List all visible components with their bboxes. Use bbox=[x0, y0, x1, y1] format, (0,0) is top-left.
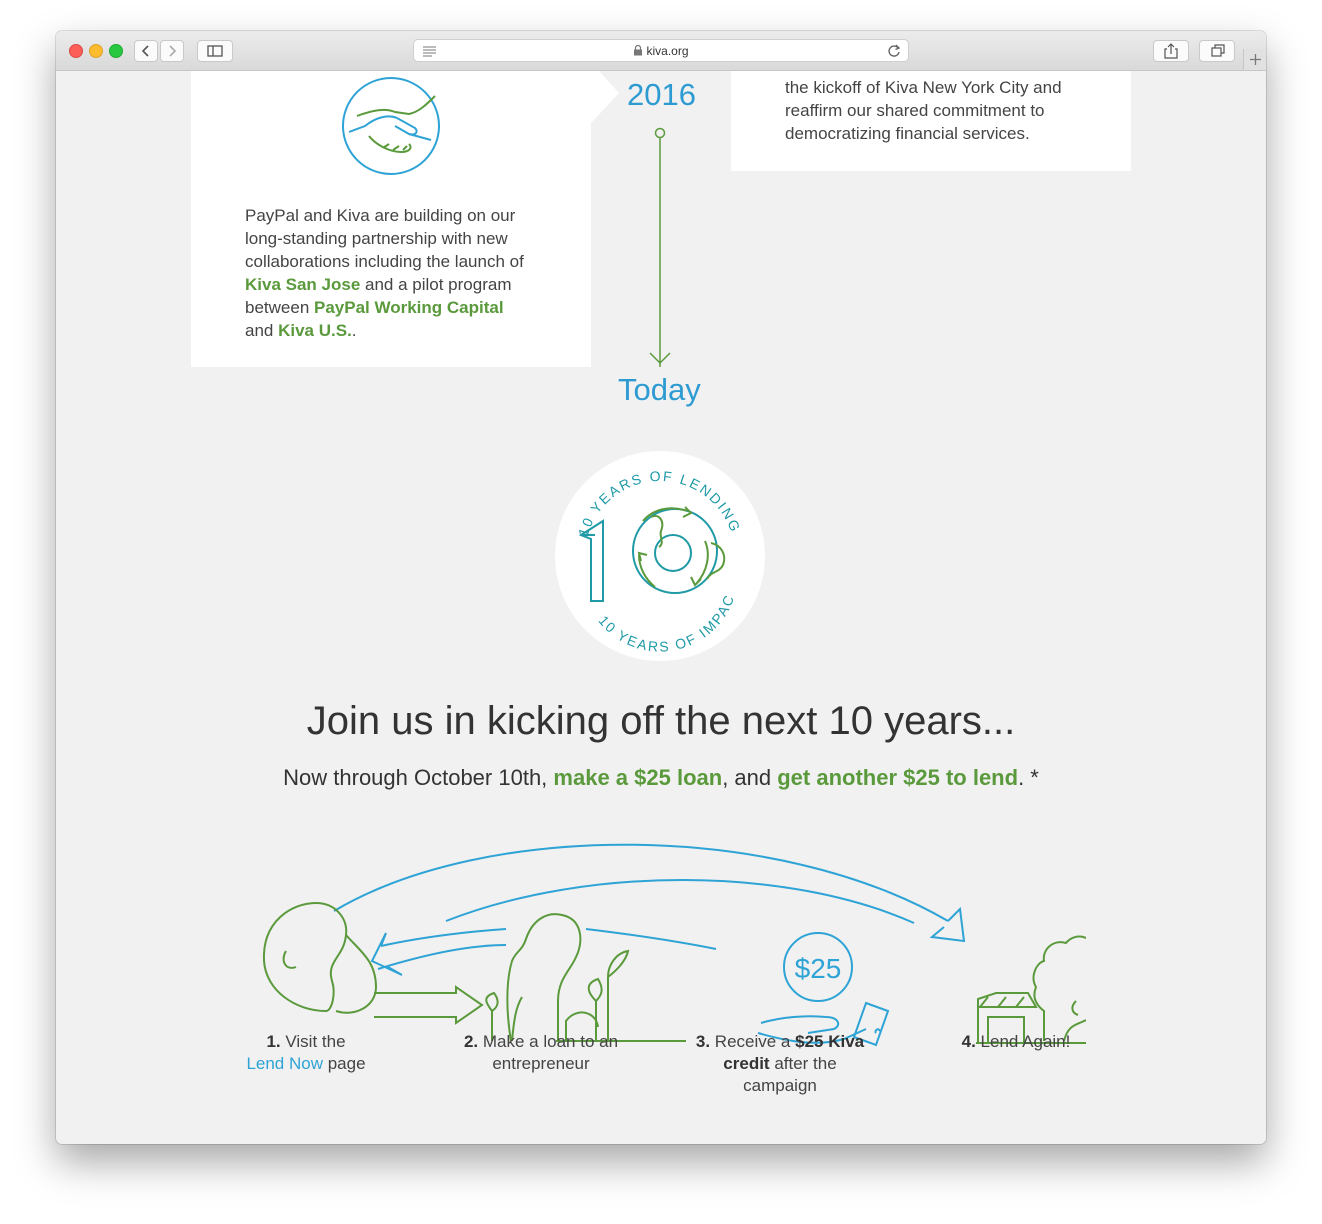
zoom-window-button[interactable] bbox=[109, 44, 123, 58]
lock-icon bbox=[634, 44, 643, 56]
card-pointer bbox=[591, 71, 619, 123]
timeline-card-2016-left: PayPal and Kiva are building on our long… bbox=[191, 71, 591, 367]
step-4: 4. Lend Again! bbox=[936, 1031, 1096, 1053]
card-text-line: . bbox=[351, 321, 357, 340]
step-number: 4. bbox=[961, 1032, 976, 1051]
kiva-us-link[interactable]: Kiva U.S. bbox=[278, 321, 352, 340]
make-loan-link[interactable]: make a $25 loan bbox=[553, 765, 722, 790]
step-text: Visit the bbox=[280, 1032, 346, 1051]
ten-years-emblem: 10 YEARS OF LENDING 10 YEARS OF IMPACT bbox=[550, 438, 744, 655]
step-1: 1. Visit the Lend Now page bbox=[226, 1031, 386, 1075]
card-text-line: the kickoff of Kiva New York City and bbox=[785, 78, 1062, 97]
url-text: kiva.org bbox=[646, 44, 689, 58]
step-text: page bbox=[323, 1054, 366, 1073]
lend-now-link[interactable]: Lend Now bbox=[246, 1054, 323, 1073]
step-text: campaign bbox=[743, 1076, 817, 1095]
timeline-arrow bbox=[649, 127, 671, 367]
step-number: 3. bbox=[695, 1032, 711, 1051]
ten-years-badge: 10 YEARS OF LENDING 10 YEARS OF IMPACT bbox=[550, 438, 765, 661]
card-text-line: reaffirm our shared commitment to bbox=[785, 101, 1045, 120]
step-text: Make a loan to an bbox=[478, 1032, 619, 1051]
forward-button[interactable] bbox=[160, 40, 184, 62]
campaign-headline: Join us in kicking off the next 10 years… bbox=[306, 699, 1016, 743]
campaign-subheadline: Now through October 10th, make a $25 loa… bbox=[56, 765, 1266, 791]
step-text: Receive a bbox=[710, 1032, 796, 1051]
svg-text:10 YEARS OF LENDING: 10 YEARS OF LENDING bbox=[575, 468, 744, 539]
sub-text: Now through October 10th, bbox=[283, 765, 554, 790]
arrow-head-left bbox=[370, 932, 403, 976]
chevron-left-icon bbox=[141, 45, 149, 57]
chevron-right-icon bbox=[169, 45, 177, 57]
step-3: 3. Receive a $25 Kiva credit after the c… bbox=[692, 1031, 868, 1097]
timeline-year: 2016 bbox=[627, 77, 696, 112]
page-content: PayPal and Kiva are building on our long… bbox=[56, 71, 1266, 1144]
sub-text: , and bbox=[722, 765, 778, 790]
card-text-line: democratizing financial services. bbox=[785, 124, 1030, 143]
browser-window: kiva.org PayPal and Kiva are building on… bbox=[56, 31, 1266, 1144]
step-text: entrepreneur bbox=[492, 1054, 590, 1073]
card-text-line: and bbox=[245, 321, 279, 340]
address-bar[interactable]: kiva.org bbox=[413, 39, 909, 62]
back-button[interactable] bbox=[134, 40, 158, 62]
get-another-25-link[interactable]: get another $25 to lend bbox=[777, 765, 1018, 790]
person-2 bbox=[506, 913, 582, 1042]
handshake-icon bbox=[342, 77, 440, 175]
step-number: 2. bbox=[463, 1032, 479, 1051]
close-window-button[interactable] bbox=[69, 44, 83, 58]
tabs-overview-button[interactable] bbox=[1199, 40, 1235, 62]
step-2: 2. Make a loan to an entrepreneur bbox=[456, 1031, 626, 1075]
step-bold-text: $25 Kiva bbox=[795, 1032, 865, 1051]
coin-amount: $25 bbox=[795, 953, 842, 984]
card-text-line: and a pilot program bbox=[360, 275, 512, 294]
url-display: kiva.org bbox=[414, 44, 908, 58]
arc-arrow-top bbox=[333, 843, 949, 922]
card-text-line: between bbox=[245, 298, 314, 317]
step-text: Lend Again! bbox=[975, 1032, 1071, 1051]
plus-icon bbox=[1250, 54, 1261, 65]
person-4 bbox=[1032, 935, 1086, 1042]
timeline-card-text: PayPal and Kiva are building on our long… bbox=[245, 204, 575, 342]
timeline-card-text: the kickoff of Kiva New York City and re… bbox=[785, 76, 1125, 145]
person-1 bbox=[262, 901, 348, 1013]
card-text-line: PayPal and Kiva are building on our bbox=[245, 206, 516, 225]
reload-icon[interactable] bbox=[887, 44, 901, 58]
share-icon bbox=[1164, 43, 1178, 59]
tabs-icon bbox=[1211, 44, 1225, 57]
share-button[interactable] bbox=[1153, 40, 1189, 62]
new-tab-button[interactable] bbox=[1243, 49, 1266, 70]
step-bold-text: credit bbox=[723, 1054, 770, 1073]
sidebar-icon bbox=[207, 45, 223, 57]
step-number: 1. bbox=[266, 1032, 281, 1051]
card-text-line: collaborations including the launch of bbox=[245, 252, 524, 271]
browser-toolbar: kiva.org bbox=[56, 31, 1266, 71]
green-arrow-right bbox=[374, 985, 484, 1025]
badge-top-text: 10 YEARS OF LENDING bbox=[575, 468, 742, 539]
sub-text: . * bbox=[1018, 765, 1039, 790]
sidebar-button[interactable] bbox=[197, 40, 233, 62]
minimize-window-button[interactable] bbox=[89, 44, 103, 58]
timeline-card-2016-right: the kickoff of Kiva New York City and re… bbox=[731, 71, 1131, 171]
paypal-working-capital-link[interactable]: PayPal Working Capital bbox=[314, 298, 504, 317]
kiva-san-jose-link[interactable]: Kiva San Jose bbox=[245, 275, 360, 294]
timeline-today-label: Today bbox=[618, 372, 701, 407]
step-text: after the bbox=[769, 1054, 837, 1073]
card-text-line: long-standing partnership with new bbox=[245, 229, 508, 248]
lending-cycle-illustration: $25 bbox=[262, 843, 1086, 1047]
